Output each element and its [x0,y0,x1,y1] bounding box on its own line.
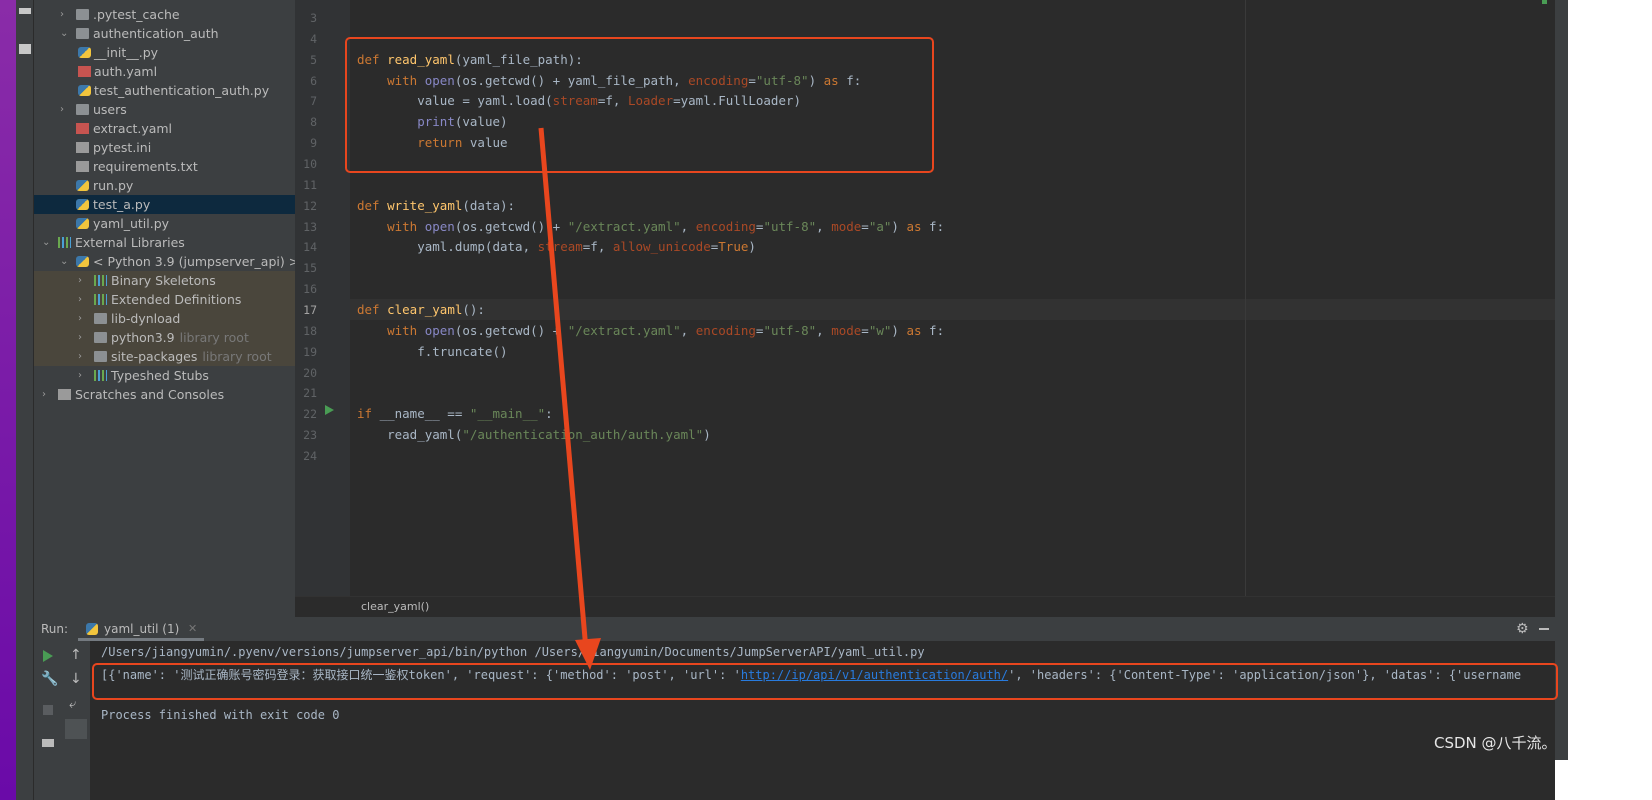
watermark: CSDN @八千流。 [1434,734,1557,752]
annotation-arrow [538,127,601,670]
arrow-head [575,638,601,670]
arrow-shaft [538,127,589,651]
